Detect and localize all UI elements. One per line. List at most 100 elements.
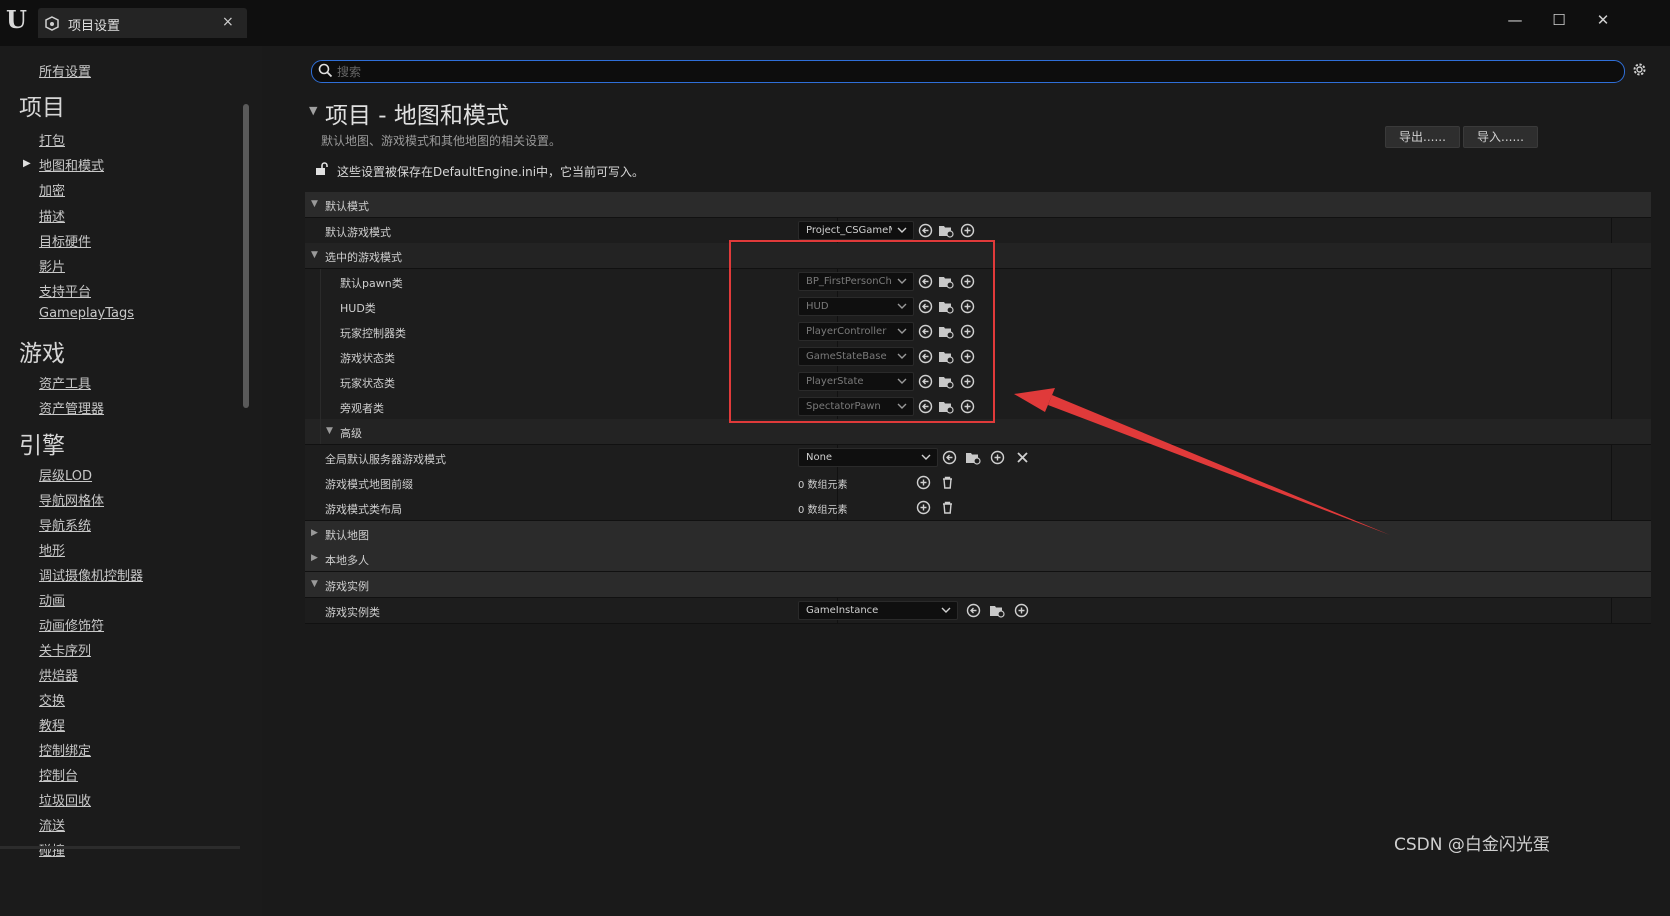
sidebar-item-tutorials[interactable]: 教程 [39,715,65,734]
trash-icon[interactable] [940,475,955,490]
chevron-down-icon [921,452,931,462]
chevron-down-icon [897,225,907,235]
sidebar-item-collision[interactable]: 碰撞 [39,840,65,859]
sidebar-item-gameplaytags[interactable]: GameplayTags [39,306,134,321]
unlock-icon [315,162,329,176]
game-mode-combo[interactable]: Project_CSGameM [798,221,914,240]
sidebar-item-anim-modifiers[interactable]: 动画修饰符 [39,615,104,634]
browse-folder-icon[interactable] [938,223,954,238]
browse-back-icon[interactable] [918,223,933,238]
sidebar-item-landscape[interactable]: 地形 [39,540,65,559]
property-label: 游戏模式类布局 [325,503,402,516]
property-label: 默认pawn类 [340,277,403,290]
sidebar-item-interchange[interactable]: 交换 [39,690,65,709]
property-label: 默认游戏模式 [325,226,391,239]
category-label: 选中的游戏模式 [325,251,402,264]
category-default-modes[interactable]: ▼ 默认模式 [305,192,1651,218]
sidebar-item-encryption[interactable]: 加密 [39,180,65,199]
add-icon[interactable] [990,450,1005,465]
import-button[interactable]: 导入...... [1463,126,1538,148]
close-window-button[interactable]: ✕ [1590,10,1616,30]
sidebar-item-asset-manager[interactable]: 资产管理器 [39,398,104,417]
sidebar-item-packaging[interactable]: 打包 [39,130,65,149]
property-label: 游戏状态类 [340,352,395,365]
array-count: 0 数组元素 [798,505,848,516]
collapse-arrow-icon[interactable]: ▼ [309,104,317,117]
settings-cube-icon [44,16,60,32]
property-label: 游戏模式地图前缀 [325,478,413,491]
sidebar-item-description[interactable]: 描述 [39,206,65,225]
sidebar-item-maps-modes[interactable]: 地图和模式 [39,155,104,174]
category-label: 高级 [340,427,362,440]
property-row-game-mode-prefix: 游戏模式地图前缀 0 数组元素 [305,470,1651,496]
sidebar-item-platforms[interactable]: 支持平台 [39,281,91,300]
sidebar-item-streaming[interactable]: 流送 [39,815,65,834]
gear-icon[interactable] [1631,61,1648,78]
category-label: 本地多人 [325,554,369,567]
combo-value: None [806,452,833,463]
sidebar-item-navsystem[interactable]: 导航系统 [39,515,91,534]
category-local-multiplayer[interactable]: ▶ 本地多人 [305,546,1651,572]
combo-value: Project_CSGameM [806,225,892,236]
sidebar-scrollbar[interactable] [243,104,249,408]
add-element-icon[interactable] [916,475,931,490]
sidebar-item-console[interactable]: 控制台 [39,765,78,784]
sidebar-item-garbage-collection[interactable]: 垃圾回收 [39,790,91,809]
game-instance-combo[interactable]: GameInstance [798,601,958,620]
sidebar-item-control-rig[interactable]: 控制绑定 [39,740,91,759]
expand-arrow-icon: ▼ [311,199,318,209]
expand-arrow-icon: ▼ [311,250,318,260]
category-default-maps[interactable]: ▶ 默认地图 [305,521,1651,547]
sidebar-item-asset-tools[interactable]: 资产工具 [39,373,91,392]
save-notice: 这些设置被保存在DefaultEngine.ini中，它当前可写入。 [337,165,645,179]
browse-back-icon[interactable] [942,450,957,465]
add-icon[interactable] [960,223,975,238]
sidebar-item-navmesh[interactable]: 导航网格体 [39,490,104,509]
clear-icon[interactable] [1015,450,1030,465]
sidebar-item-animation[interactable]: 动画 [39,590,65,609]
sidebar-bottom-bar [0,846,240,849]
trash-icon[interactable] [940,500,955,515]
array-count: 0 数组元素 [798,480,848,491]
browse-back-icon[interactable] [966,603,981,618]
sidebar-category-project: 项目 [19,95,65,121]
sidebar-item-cooker[interactable]: 烘焙器 [39,665,78,684]
title-bar: U 项目设置 × — ☐ ✕ [0,0,1670,46]
sidebar-item-level-sequence[interactable]: 关卡序列 [39,640,91,659]
category-label: 游戏实例 [325,580,369,593]
settings-sidebar: 所有设置 项目 打包 ▶ 地图和模式 加密 描述 目标硬件 影片 支持平台 Ga… [0,46,262,916]
property-label: 游戏实例类 [325,606,380,619]
property-label: 全局默认服务器游戏模式 [325,453,446,466]
page-title: 项目 - 地图和模式 [325,103,509,129]
highlight-box [729,240,995,423]
export-button[interactable]: 导出...... [1385,126,1460,148]
active-arrow-icon: ▶ [23,158,31,169]
search-box[interactable] [311,60,1625,83]
server-game-mode-combo[interactable]: None [798,448,938,467]
unreal-logo-icon: U [6,5,27,34]
chevron-down-icon [941,605,951,615]
search-input[interactable] [337,61,1607,82]
all-settings-link[interactable]: 所有设置 [39,61,91,80]
maximize-button[interactable]: ☐ [1546,10,1572,30]
property-label: 旁观者类 [340,402,384,415]
tab-close-icon[interactable]: × [222,14,234,30]
sidebar-item-movies[interactable]: 影片 [39,256,65,275]
sidebar-category-game: 游戏 [19,341,65,367]
add-element-icon[interactable] [916,500,931,515]
browse-folder-icon[interactable] [989,603,1005,618]
category-game-instance[interactable]: ▼ 游戏实例 [305,572,1651,598]
sidebar-item-target-hardware[interactable]: 目标硬件 [39,231,91,250]
add-icon[interactable] [1014,603,1029,618]
page-subtitle: 默认地图、游戏模式和其他地图的相关设置。 [321,134,562,148]
watermark: CSDN @白金闪光蛋 [1394,835,1550,855]
project-settings-tab[interactable]: 项目设置 × [38,8,247,38]
combo-value: GameInstance [806,605,879,616]
expand-arrow-icon: ▶ [311,553,318,563]
sidebar-item-hlod[interactable]: 层级LOD [39,465,92,484]
sidebar-item-debug-camera[interactable]: 调试摄像机控制器 [39,565,143,584]
category-label: 默认模式 [325,200,369,213]
minimize-button[interactable]: — [1502,10,1528,30]
property-row-game-mode-class-layout: 游戏模式类布局 0 数组元素 [305,495,1651,521]
browse-folder-icon[interactable] [965,450,981,465]
